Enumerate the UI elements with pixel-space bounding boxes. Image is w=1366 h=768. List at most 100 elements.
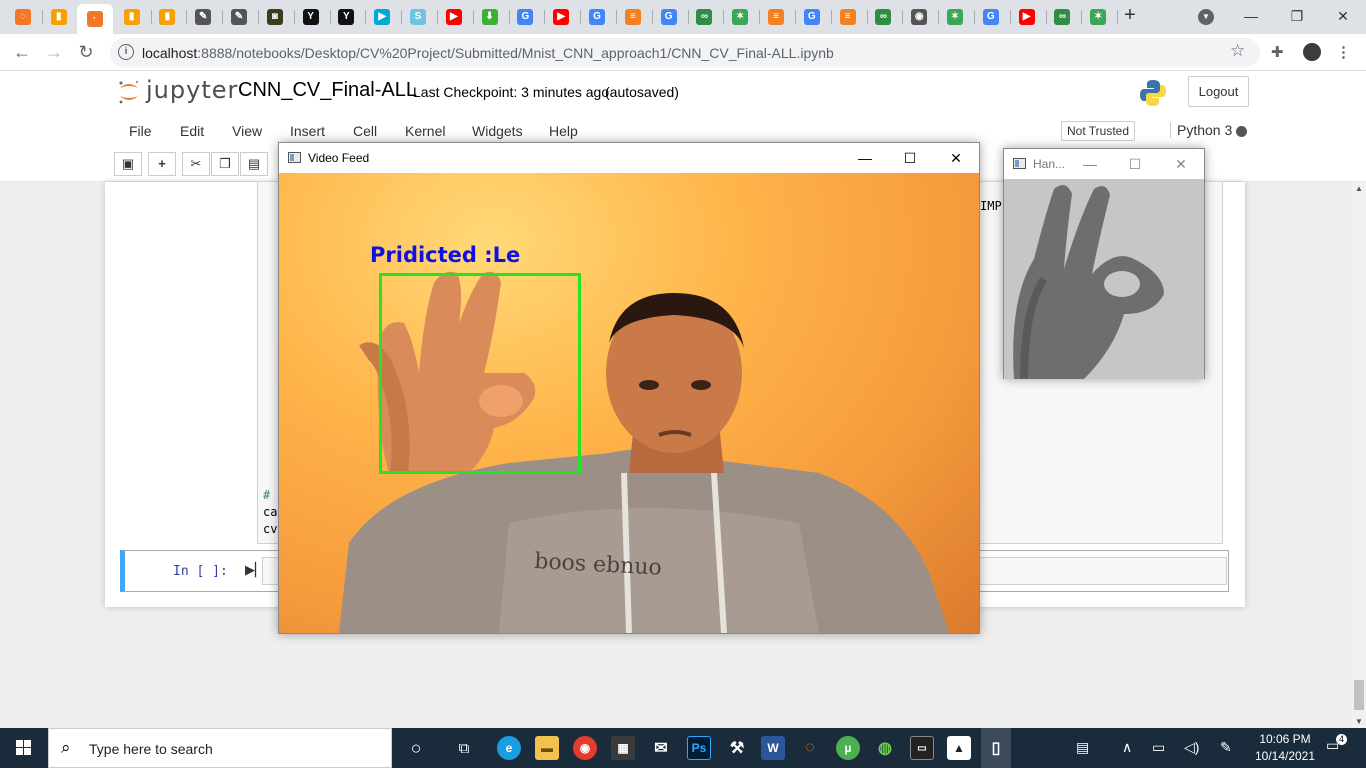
bookmark-star-icon[interactable]: ☆ [1230, 41, 1245, 61]
browser-tab[interactable]: ▶ [367, 5, 397, 29]
copy-icon[interactable]: ❐ [211, 152, 239, 176]
browser-tab[interactable]: · [76, 4, 113, 34]
browser-tab[interactable]: ▶ [1012, 5, 1042, 29]
browser-tab[interactable]: ▮ [44, 5, 74, 29]
browser-tab[interactable]: ✶ [725, 5, 755, 29]
reload-icon[interactable]: ↻ [74, 40, 98, 64]
hand-window[interactable]: Han... — ☐ ✕ [1003, 148, 1205, 379]
network-globe-icon[interactable]: ◍ [873, 736, 897, 760]
pen-icon[interactable]: ✎ [1220, 739, 1232, 756]
utorrent-icon[interactable]: µ [836, 736, 860, 760]
paste-icon[interactable]: ▤ [240, 152, 268, 176]
browser-tab[interactable]: G [510, 5, 540, 29]
mail-icon[interactable]: ✉ [649, 736, 673, 760]
browser-tab[interactable]: ▮ [152, 5, 182, 29]
browser-tab[interactable]: ◌ [8, 5, 38, 29]
close-icon[interactable]: ✕ [1161, 153, 1201, 175]
minimize-icon[interactable]: — [845, 147, 885, 169]
save-icon[interactable]: ▣ [114, 152, 142, 176]
volume-icon[interactable]: ◁) [1184, 739, 1199, 756]
browser-tab[interactable]: ∞ [868, 5, 898, 29]
hand-window-titlebar[interactable]: Han... — ☐ ✕ [1004, 149, 1204, 179]
not-trusted-button[interactable]: Not Trusted [1061, 121, 1136, 141]
terminal-icon[interactable]: ▭ [910, 736, 934, 760]
jupyter-logo-text[interactable]: jupyter [146, 76, 238, 104]
menu-file[interactable]: File [129, 123, 152, 139]
profile-avatar[interactable] [1303, 43, 1321, 61]
minimize-icon[interactable]: — [1070, 153, 1110, 175]
jupyter-taskbar-icon[interactable]: ◌ [798, 736, 822, 760]
tools-icon[interactable]: ⚒ [725, 736, 749, 760]
notification-center-icon[interactable]: ▭ 4 [1326, 734, 1348, 759]
menu-widgets[interactable]: Widgets [472, 123, 523, 139]
browser-tab[interactable]: ▶ [546, 5, 576, 29]
browser-tab[interactable]: ✶ [1083, 5, 1113, 29]
browser-tab[interactable]: ✎ [188, 5, 218, 29]
restore-icon[interactable]: ❐ [1274, 3, 1320, 29]
scroll-down-icon[interactable]: ▼ [1355, 717, 1363, 726]
show-hidden-icons[interactable]: ∧ [1122, 739, 1132, 756]
edge-icon[interactable]: e [497, 736, 521, 760]
menu-cell[interactable]: Cell [353, 123, 377, 139]
page-scrollbar[interactable]: ▲ ▼ [1352, 182, 1366, 728]
add-cell-icon[interactable]: + [148, 152, 176, 176]
logout-button[interactable]: Logout [1188, 76, 1249, 107]
menu-help[interactable]: Help [549, 123, 578, 139]
menu-insert[interactable]: Insert [290, 123, 325, 139]
taskbar-clock[interactable]: 10:06 PM 10/14/2021 [1250, 731, 1320, 765]
menu-view[interactable]: View [232, 123, 262, 139]
address-bar[interactable]: i localhost:8888/notebooks/Desktop/CV%20… [110, 38, 1260, 67]
browser-tab[interactable]: S [403, 5, 433, 29]
browser-tab[interactable]: ∞ [1047, 5, 1077, 29]
extensions-puzzle-icon[interactable]: ✚ [1271, 43, 1289, 61]
windows-start-icon[interactable] [0, 728, 48, 768]
taskbar-search-box[interactable]: ⌕ Type here to search [48, 728, 392, 768]
scroll-up-icon[interactable]: ▲ [1355, 184, 1363, 193]
browser-tab[interactable]: ≡ [618, 5, 648, 29]
news-widget-icon[interactable]: ▤ [1076, 739, 1089, 756]
cut-icon[interactable]: ✂ [182, 152, 210, 176]
browser-tab[interactable]: ✎ [224, 5, 254, 29]
browser-tab[interactable]: G [797, 5, 827, 29]
url-text[interactable]: localhost:8888/notebooks/Desktop/CV%20Pr… [142, 45, 834, 61]
browser-tab[interactable]: G [976, 5, 1006, 29]
chrome-icon[interactable]: ◉ [573, 736, 597, 760]
store-icon[interactable]: ▦ [611, 736, 635, 760]
browser-tab[interactable]: ✶ [940, 5, 970, 29]
browser-tab[interactable]: ⬇ [475, 5, 505, 29]
maximize-icon[interactable]: ☐ [1115, 153, 1155, 175]
browser-tab[interactable]: ≡ [761, 5, 791, 29]
notepad-icon[interactable]: ▯ [981, 728, 1011, 768]
browser-tab[interactable]: ◙ [260, 5, 290, 29]
battery-icon[interactable]: ▭ [1152, 739, 1165, 756]
browser-tab[interactable]: G [654, 5, 684, 29]
menu-edit[interactable]: Edit [180, 123, 204, 139]
video-feed-window[interactable]: Video Feed — ☐ ✕ boos ebnuo Pridicted:L… [278, 142, 980, 634]
browser-tab[interactable]: ▶ [439, 5, 469, 29]
maximize-icon[interactable]: ☐ [890, 147, 930, 169]
file-explorer-icon[interactable]: ▬ [535, 736, 559, 760]
photos-icon[interactable]: ▲ [947, 736, 971, 760]
browser-tab[interactable]: ◉ [904, 5, 934, 29]
tab-search-icon[interactable]: ▼ [1198, 9, 1214, 25]
browser-tab[interactable]: Y [296, 5, 326, 29]
scrollbar-thumb[interactable] [1354, 680, 1364, 710]
browser-tab[interactable]: G [582, 5, 612, 29]
close-icon[interactable]: ✕ [936, 147, 976, 169]
close-window-icon[interactable]: ✕ [1320, 3, 1366, 29]
minimize-icon[interactable]: — [1228, 3, 1274, 29]
chrome-menu-icon[interactable]: ⋮ [1336, 43, 1354, 61]
site-info-icon[interactable]: i [118, 44, 134, 60]
photoshop-icon[interactable]: Ps [687, 736, 711, 760]
jupyter-logo-icon[interactable] [117, 79, 141, 105]
task-view-icon[interactable]: ⧉ [452, 736, 476, 760]
forward-icon[interactable]: → [42, 40, 66, 64]
browser-tab[interactable]: Y [331, 5, 361, 29]
video-feed-titlebar[interactable]: Video Feed — ☐ ✕ [279, 143, 979, 173]
browser-tab[interactable]: ≡ [833, 5, 863, 29]
cortana-icon[interactable]: ○ [404, 736, 428, 760]
new-tab-button[interactable]: + [1120, 5, 1140, 27]
browser-tab[interactable]: ∞ [689, 5, 719, 29]
browser-tab[interactable]: ▮ [117, 5, 147, 29]
menu-kernel[interactable]: Kernel [405, 123, 445, 139]
